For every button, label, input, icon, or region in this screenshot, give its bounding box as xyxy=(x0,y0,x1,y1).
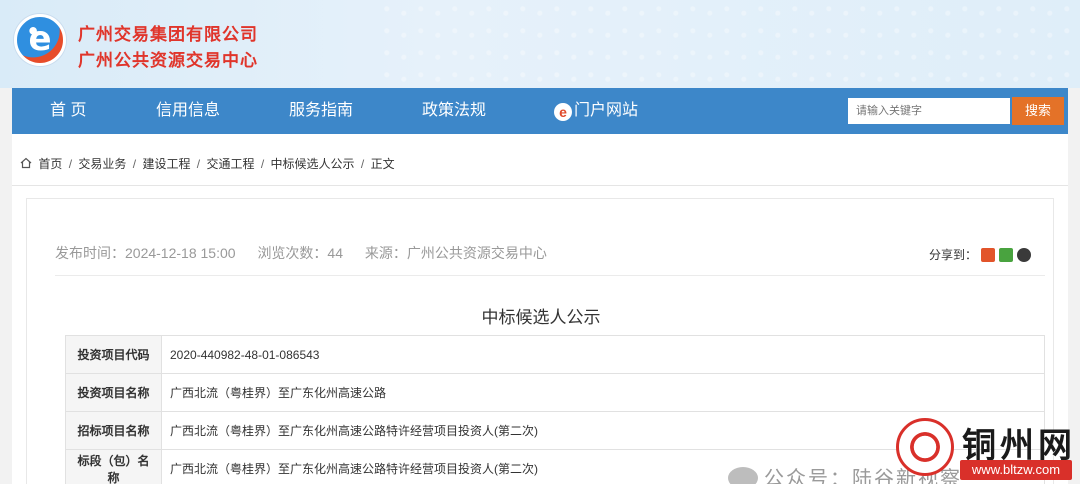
site-logo[interactable]: e xyxy=(14,14,66,66)
article-source: 来源：广州公共资源交易中心 xyxy=(364,245,547,261)
row-key: 投资项目代码 xyxy=(65,335,162,374)
breadcrumb-trading[interactable]: 交易业务 xyxy=(78,157,126,171)
watermark-url: www.bltzw.com xyxy=(960,460,1072,480)
nav-portal[interactable]: e 门户网站 xyxy=(554,88,638,134)
org-name-1: 广州交易集团有限公司 xyxy=(78,25,258,44)
nav-service-guide[interactable]: 服务指南 xyxy=(289,88,353,134)
portal-logo-icon: e xyxy=(554,103,572,121)
wechat-watermark-icon xyxy=(728,467,758,484)
header-pattern xyxy=(380,0,1080,88)
org-name-2: 广州公共资源交易中心 xyxy=(78,51,258,70)
logo-letter: e xyxy=(28,19,52,59)
share-label: 分享到： xyxy=(928,248,977,262)
row-key: 招标项目名称 xyxy=(65,411,162,450)
nav-portal-label: 门户网站 xyxy=(574,102,639,119)
row-value: 广西北流（粤桂界）至广东化州高速公路 xyxy=(161,373,1045,412)
table-row: 投资项目名称 广西北流（粤桂界）至广东化州高速公路 xyxy=(65,373,1045,412)
nav-credit-info[interactable]: 信用信息 xyxy=(156,88,220,134)
breadcrumb-separator: / xyxy=(360,157,365,171)
breadcrumb-transport[interactable]: 交通工程 xyxy=(206,157,254,171)
breadcrumb-separator: / xyxy=(196,157,201,171)
breadcrumb-separator: / xyxy=(132,157,137,171)
row-key: 标段（包）名称 xyxy=(65,449,162,484)
table-row: 投资项目代码 2020-440982-48-01-086543 xyxy=(65,335,1045,374)
breadcrumb-current: 正文 xyxy=(370,157,395,171)
weibo-share-icon[interactable] xyxy=(981,248,995,262)
home-icon xyxy=(20,157,32,169)
qq-share-icon[interactable] xyxy=(1017,248,1031,262)
row-value: 2020-440982-48-01-086543 xyxy=(161,335,1045,374)
nav-home[interactable]: 首 页 xyxy=(50,88,86,134)
search-button[interactable]: 搜索 xyxy=(1012,97,1064,125)
article-meta: 发布时间：2024-12-18 15:00 浏览次数：44 来源：广州公共资源交… xyxy=(55,243,565,263)
publish-time: 发布时间：2024-12-18 15:00 xyxy=(55,245,236,261)
search-input[interactable] xyxy=(848,98,1010,124)
row-key: 投资项目名称 xyxy=(65,373,162,412)
watermark-logo xyxy=(896,418,954,476)
breadcrumb-separator: / xyxy=(260,157,265,171)
wechat-share-icon[interactable] xyxy=(999,248,1013,262)
breadcrumb-construction[interactable]: 建设工程 xyxy=(142,157,190,171)
site-header: e 广州交易集团有限公司 广州公共资源交易中心 xyxy=(0,0,1080,88)
breadcrumb: 首页 / 交易业务 / 建设工程 / 交通工程 / 中标候选人公示 / 正文 xyxy=(12,134,1068,186)
breadcrumb-home[interactable]: 首页 xyxy=(38,157,62,171)
breadcrumb-candidates[interactable]: 中标候选人公示 xyxy=(271,157,355,171)
article-title: 中标候选人公示 xyxy=(481,308,601,327)
share-bar: 分享到： xyxy=(929,246,1031,263)
nav-policy[interactable]: 政策法规 xyxy=(422,88,486,134)
meta-divider xyxy=(55,275,1045,276)
breadcrumb-separator: / xyxy=(68,157,73,171)
view-count: 浏览次数：44 xyxy=(257,245,344,261)
